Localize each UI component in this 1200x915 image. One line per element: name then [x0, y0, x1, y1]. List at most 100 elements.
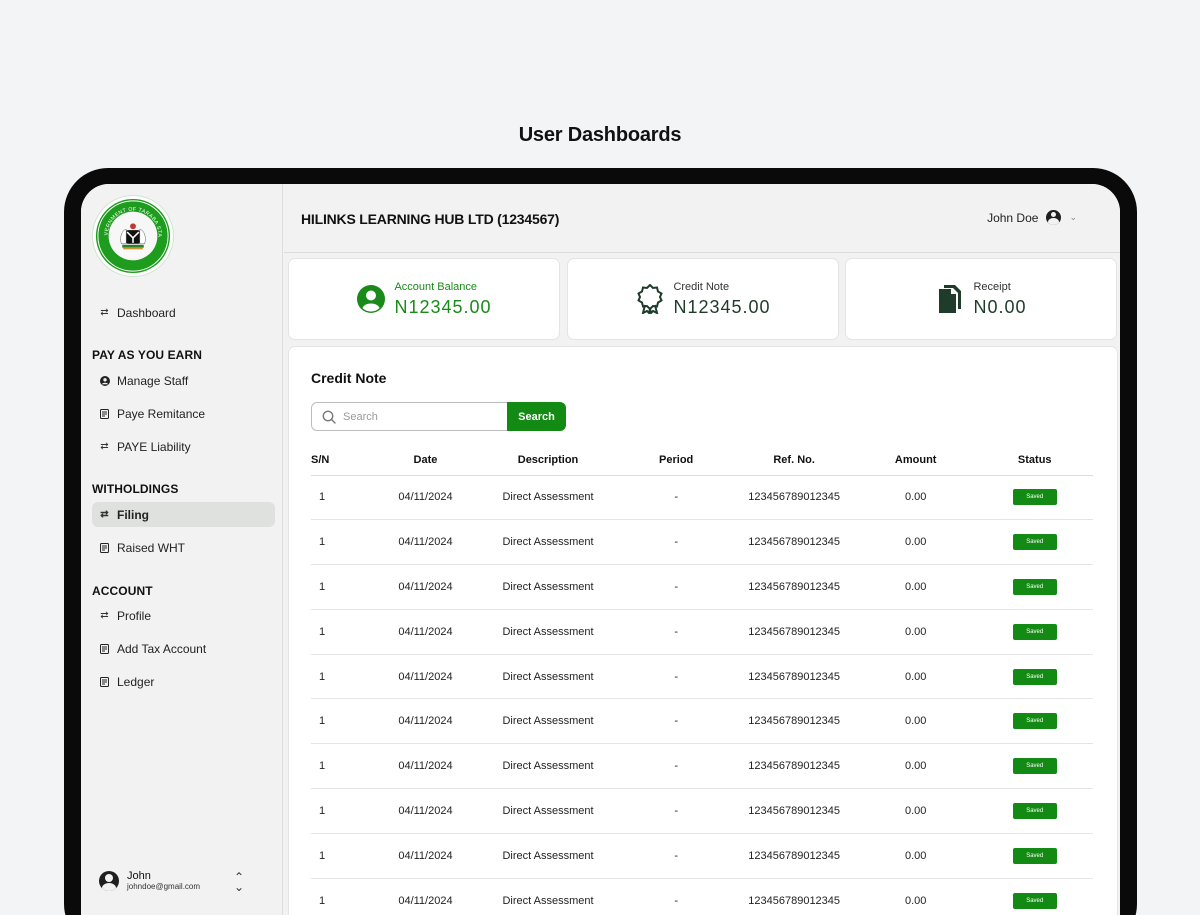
receipt-label: Receipt: [973, 280, 1011, 293]
cell-period: -: [618, 878, 734, 915]
cell-amount: 0.00: [854, 833, 977, 879]
status-badge: Saved: [1012, 802, 1057, 819]
cell-sn: 1: [311, 698, 374, 745]
search-icon: [322, 410, 336, 424]
cell-period: -: [618, 519, 734, 566]
table-row[interactable]: 1 04/11/2024 Direct Assessment - 1234567…: [311, 698, 1093, 745]
table-row[interactable]: 1 04/11/2024 Direct Assessment - 1234567…: [311, 654, 1093, 700]
table-row[interactable]: 1 04/11/2024 Direct Assessment - 1234567…: [311, 519, 1093, 566]
user-circle-icon: [356, 284, 386, 314]
cell-description: Direct Assessment: [477, 788, 619, 834]
cell-amount: 0.00: [854, 788, 977, 834]
cell-status: Saved: [976, 788, 1093, 834]
nav-add-tax-account-label: Add Tax Account: [117, 641, 207, 656]
document-icon: [99, 643, 110, 654]
status-badge: Saved: [1012, 668, 1057, 685]
chevron-up-down-icon[interactable]: ⌃ ⌄: [232, 871, 246, 893]
receipt-card: Receipt N0.00: [846, 259, 1116, 339]
credit-note-panel: Credit Note Search S/N Date Description: [289, 347, 1117, 915]
cell-sn: 1: [311, 609, 374, 655]
nav-add-tax-account[interactable]: Add Tax Account: [92, 636, 275, 661]
section-witholdings: WITHOLDINGS: [92, 482, 179, 496]
cell-description: Direct Assessment: [477, 654, 619, 700]
cell-date: 04/11/2024: [373, 654, 478, 700]
cell-sn: 1: [311, 743, 374, 790]
receipt-value: N0.00: [973, 296, 1027, 317]
app-screen: GOVERNMENT OF TARABA STATE NIGERIA: [81, 184, 1120, 915]
cell-period: -: [618, 564, 734, 610]
status-badge: Saved: [1012, 758, 1057, 775]
documents-icon: [935, 284, 965, 314]
table-row[interactable]: 1 04/11/2024 Direct Assessment - 1234567…: [311, 475, 1093, 521]
sidebar-user-email: johndoe@gmail.com: [127, 882, 201, 891]
cell-period: -: [618, 788, 734, 834]
cell-sn: 1: [311, 564, 374, 610]
table-row[interactable]: 1 04/11/2024 Direct Assessment - 1234567…: [311, 609, 1093, 655]
table-row[interactable]: 1 04/11/2024 Direct Assessment - 1234567…: [311, 788, 1093, 834]
cell-description: Direct Assessment: [477, 743, 619, 790]
status-badge: Saved: [1012, 847, 1057, 864]
table-header-row: S/N Date Description Period Ref. No. Amo…: [311, 445, 1093, 476]
cell-ref-no: 123456789012345: [733, 564, 855, 610]
cell-ref-no: 123456789012345: [733, 519, 855, 566]
search-button[interactable]: Search: [507, 402, 566, 431]
cell-date: 04/11/2024: [373, 833, 478, 879]
search-field[interactable]: [311, 402, 508, 431]
col-date-header[interactable]: Date: [373, 445, 478, 476]
table-row[interactable]: 1 04/11/2024 Direct Assessment - 1234567…: [311, 743, 1093, 790]
sidebar-user-card[interactable]: John johndoe@gmail.com: [99, 866, 249, 896]
col-period-header[interactable]: Period: [618, 445, 734, 476]
cell-description: Direct Assessment: [477, 475, 619, 521]
account-balance-value: N12345.00: [394, 296, 492, 317]
cell-amount: 0.00: [854, 654, 977, 700]
seal-emblem: GOVERNMENT OF TARABA STATE NIGERIA: [94, 197, 171, 274]
table-row[interactable]: 1 04/11/2024 Direct Assessment - 1234567…: [311, 833, 1093, 879]
cell-sn: 1: [311, 519, 374, 566]
government-seal-logo[interactable]: GOVERNMENT OF TARABA STATE NIGERIA: [92, 195, 174, 277]
cell-period: -: [618, 609, 734, 655]
cell-status: Saved: [976, 654, 1093, 700]
nav-ledger[interactable]: Ledger: [92, 669, 275, 694]
nav-paye-liability[interactable]: ⇄ PAYE Liability: [92, 434, 275, 459]
nav-manage-staff[interactable]: Manage Staff: [92, 368, 275, 393]
cell-date: 04/11/2024: [373, 788, 478, 834]
swap-arrows-icon: ⇄: [100, 441, 109, 452]
cell-ref-no: 123456789012345: [733, 698, 855, 745]
cell-sn: 1: [311, 833, 374, 879]
cell-date: 04/11/2024: [373, 519, 478, 566]
status-badge: Saved: [1012, 534, 1057, 551]
table-row[interactable]: 1 04/11/2024 Direct Assessment - 1234567…: [311, 564, 1093, 610]
cell-amount: 0.00: [854, 564, 977, 610]
cell-ref-no: 123456789012345: [733, 788, 855, 834]
nav-raised-wht[interactable]: Raised WHT: [92, 535, 275, 560]
cell-description: Direct Assessment: [477, 564, 619, 610]
profile-menu[interactable]: John Doe ⌄: [987, 210, 1077, 225]
nav-paye-remitance[interactable]: Paye Remitance: [92, 401, 275, 426]
nav-manage-staff-label: Manage Staff: [117, 373, 189, 388]
col-amount-header[interactable]: Amount: [854, 445, 977, 476]
nav-profile[interactable]: ⇄ Profile: [92, 603, 275, 628]
col-ref-no-header[interactable]: Ref. No.: [733, 445, 855, 476]
page-heading: User Dashboards: [518, 124, 682, 146]
status-badge: Saved: [1012, 892, 1057, 909]
swap-arrows-icon: ⇄: [100, 307, 109, 318]
nav-filing[interactable]: ⇄ Filing: [92, 502, 275, 527]
col-sn-header[interactable]: S/N: [311, 445, 374, 476]
col-description-header[interactable]: Description: [477, 445, 619, 476]
credit-note-table: S/N Date Description Period Ref. No. Amo…: [311, 445, 1093, 915]
nav-ledger-label: Ledger: [117, 674, 155, 689]
cell-period: -: [618, 654, 734, 700]
search-input[interactable]: [343, 410, 493, 423]
cell-status: Saved: [976, 878, 1093, 915]
table-row[interactable]: 1 04/11/2024 Direct Assessment - 1234567…: [311, 878, 1093, 915]
nav-filing-label: Filing: [117, 507, 149, 522]
cell-date: 04/11/2024: [373, 564, 478, 610]
document-icon: [99, 542, 110, 553]
cell-sn: 1: [311, 878, 374, 915]
nav-dashboard[interactable]: ⇄ Dashboard: [92, 300, 275, 325]
col-status-header[interactable]: Status: [976, 445, 1093, 476]
cell-ref-no: 123456789012345: [733, 475, 855, 521]
company-title: HILINKS LEARNING HUB LTD (1234567): [301, 211, 560, 227]
user-circle-icon: [99, 375, 110, 386]
cell-status: Saved: [976, 609, 1093, 655]
